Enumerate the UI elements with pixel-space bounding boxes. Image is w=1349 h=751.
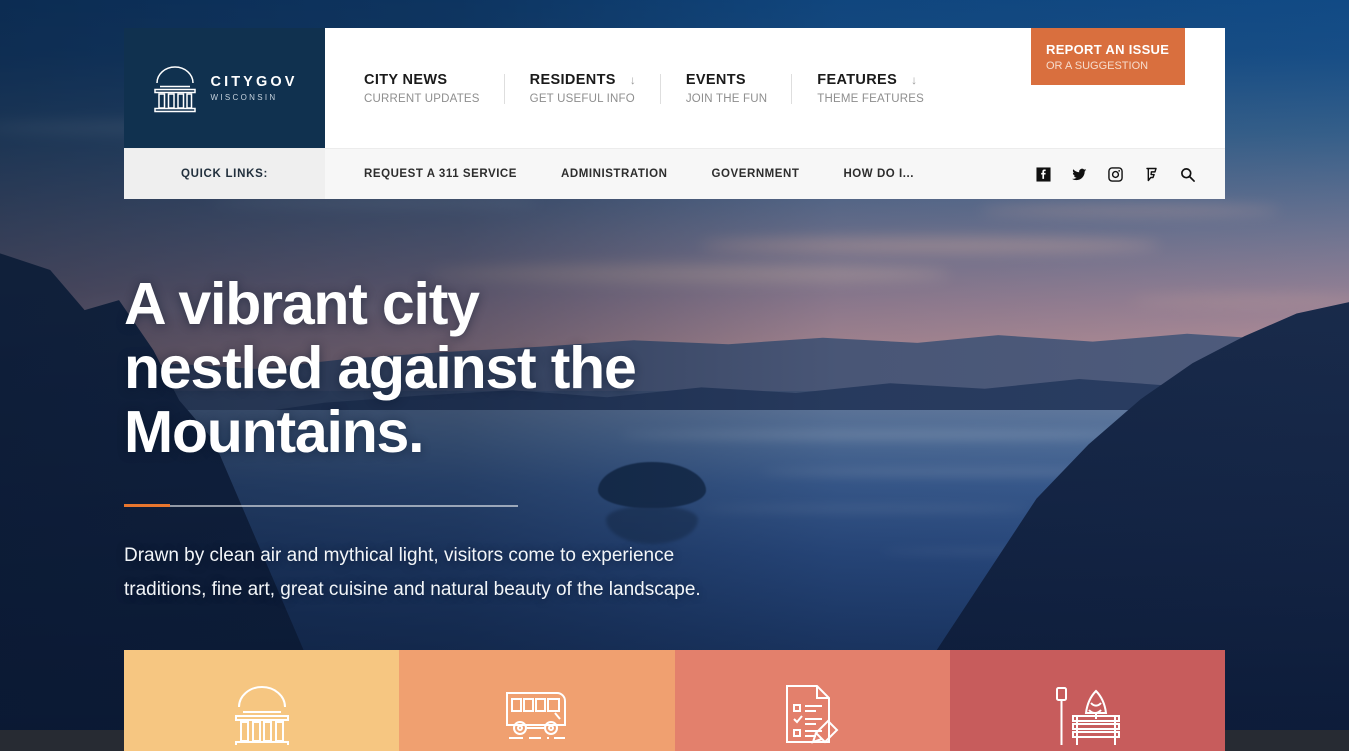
hero-section: A vibrant city nestled against the Mount… bbox=[124, 272, 824, 607]
site-header: CITYGOV WISCONSIN CITY NEWS CURRENT UPDA… bbox=[124, 28, 1225, 148]
hero-heading: A vibrant city nestled against the Mount… bbox=[124, 272, 824, 464]
service-cards bbox=[124, 650, 1225, 751]
page-root: CITYGOV WISCONSIN CITY NEWS CURRENT UPDA… bbox=[0, 0, 1349, 751]
logo-block[interactable]: CITYGOV WISCONSIN bbox=[124, 28, 325, 148]
hero-heading-line-3: Mountains. bbox=[124, 399, 425, 465]
nav-item-features[interactable]: FEATURES ↓ THEME FEATURES bbox=[817, 72, 949, 105]
twitter-icon[interactable] bbox=[1072, 167, 1087, 182]
nav-label: EVENTS bbox=[685, 71, 746, 88]
cta-sublabel: OR A SUGGESTION bbox=[1046, 59, 1149, 72]
nav-sublabel: CURRENT UPDATES bbox=[364, 92, 480, 105]
quick-link-how-do-i[interactable]: HOW DO I... bbox=[843, 168, 914, 180]
nav-sublabel: GET USEFUL INFO bbox=[529, 92, 635, 105]
hero-heading-line-2: nestled against the bbox=[124, 335, 637, 401]
quick-link-administration[interactable]: ADMINISTRATION bbox=[561, 168, 668, 180]
divider-line bbox=[170, 504, 518, 507]
nav-label: CITY NEWS bbox=[364, 71, 448, 88]
quick-link-government[interactable]: GOVERNMENT bbox=[712, 168, 800, 180]
logo-wordmark: CITYGOV bbox=[210, 74, 298, 90]
government-building-icon bbox=[232, 683, 292, 745]
nav-sublabel: THEME FEATURES bbox=[817, 92, 924, 105]
service-card-government[interactable] bbox=[124, 650, 400, 751]
nav-sublabel: JOIN THE FUN bbox=[685, 92, 768, 105]
hero-divider bbox=[124, 504, 824, 507]
nav-item-residents[interactable]: RESIDENTS ↓ GET USEFUL INFO bbox=[530, 72, 661, 105]
quick-links-label-box: QUICK LINKS: bbox=[124, 149, 325, 199]
service-card-forms[interactable] bbox=[674, 650, 950, 751]
quick-links-bar: QUICK LINKS: REQUEST A 311 SERVICE ADMIN… bbox=[124, 148, 1225, 199]
nav-label: RESIDENTS bbox=[529, 71, 616, 88]
header-container: CITYGOV WISCONSIN CITY NEWS CURRENT UPDA… bbox=[124, 28, 1225, 199]
nav-label: FEATURES bbox=[817, 71, 898, 88]
quick-links-list: REQUEST A 311 SERVICE ADMINISTRATION GOV… bbox=[325, 168, 914, 180]
cta-label: REPORT AN ISSUE bbox=[1046, 41, 1170, 57]
chevron-down-icon: ↓ bbox=[629, 72, 636, 87]
quick-links-label: QUICK LINKS: bbox=[181, 168, 268, 180]
service-card-transit[interactable] bbox=[399, 650, 675, 751]
divider-accent bbox=[124, 504, 170, 507]
park-bench-icon bbox=[1052, 683, 1122, 745]
chevron-down-icon: ↓ bbox=[911, 72, 918, 87]
facebook-icon[interactable] bbox=[1036, 166, 1051, 182]
hero-heading-line-1: A vibrant city bbox=[124, 271, 480, 337]
nav-item-events[interactable]: EVENTS JOIN THE FUN bbox=[685, 71, 793, 105]
nav-item-city-news[interactable]: CITY NEWS CURRENT UPDATES bbox=[364, 72, 505, 105]
government-building-icon bbox=[152, 63, 198, 113]
service-card-parks[interactable] bbox=[949, 650, 1225, 751]
social-links bbox=[1036, 166, 1195, 182]
logo-subtitle: WISCONSIN bbox=[210, 93, 278, 102]
quick-link-request-311[interactable]: REQUEST A 311 SERVICE bbox=[364, 168, 517, 180]
search-icon[interactable] bbox=[1180, 167, 1195, 182]
report-an-issue-button[interactable]: REPORT AN ISSUE OR A SUGGESTION bbox=[1031, 28, 1185, 85]
instagram-icon[interactable] bbox=[1108, 166, 1123, 182]
foursquare-icon[interactable] bbox=[1144, 167, 1159, 182]
bus-icon bbox=[503, 683, 571, 741]
form-checklist-pencil-icon bbox=[781, 683, 843, 745]
hero-body-text: Drawn by clean air and mythical light, v… bbox=[124, 545, 701, 600]
main-navigation: CITY NEWS CURRENT UPDATES RESIDENTS ↓ GE… bbox=[325, 28, 1031, 148]
